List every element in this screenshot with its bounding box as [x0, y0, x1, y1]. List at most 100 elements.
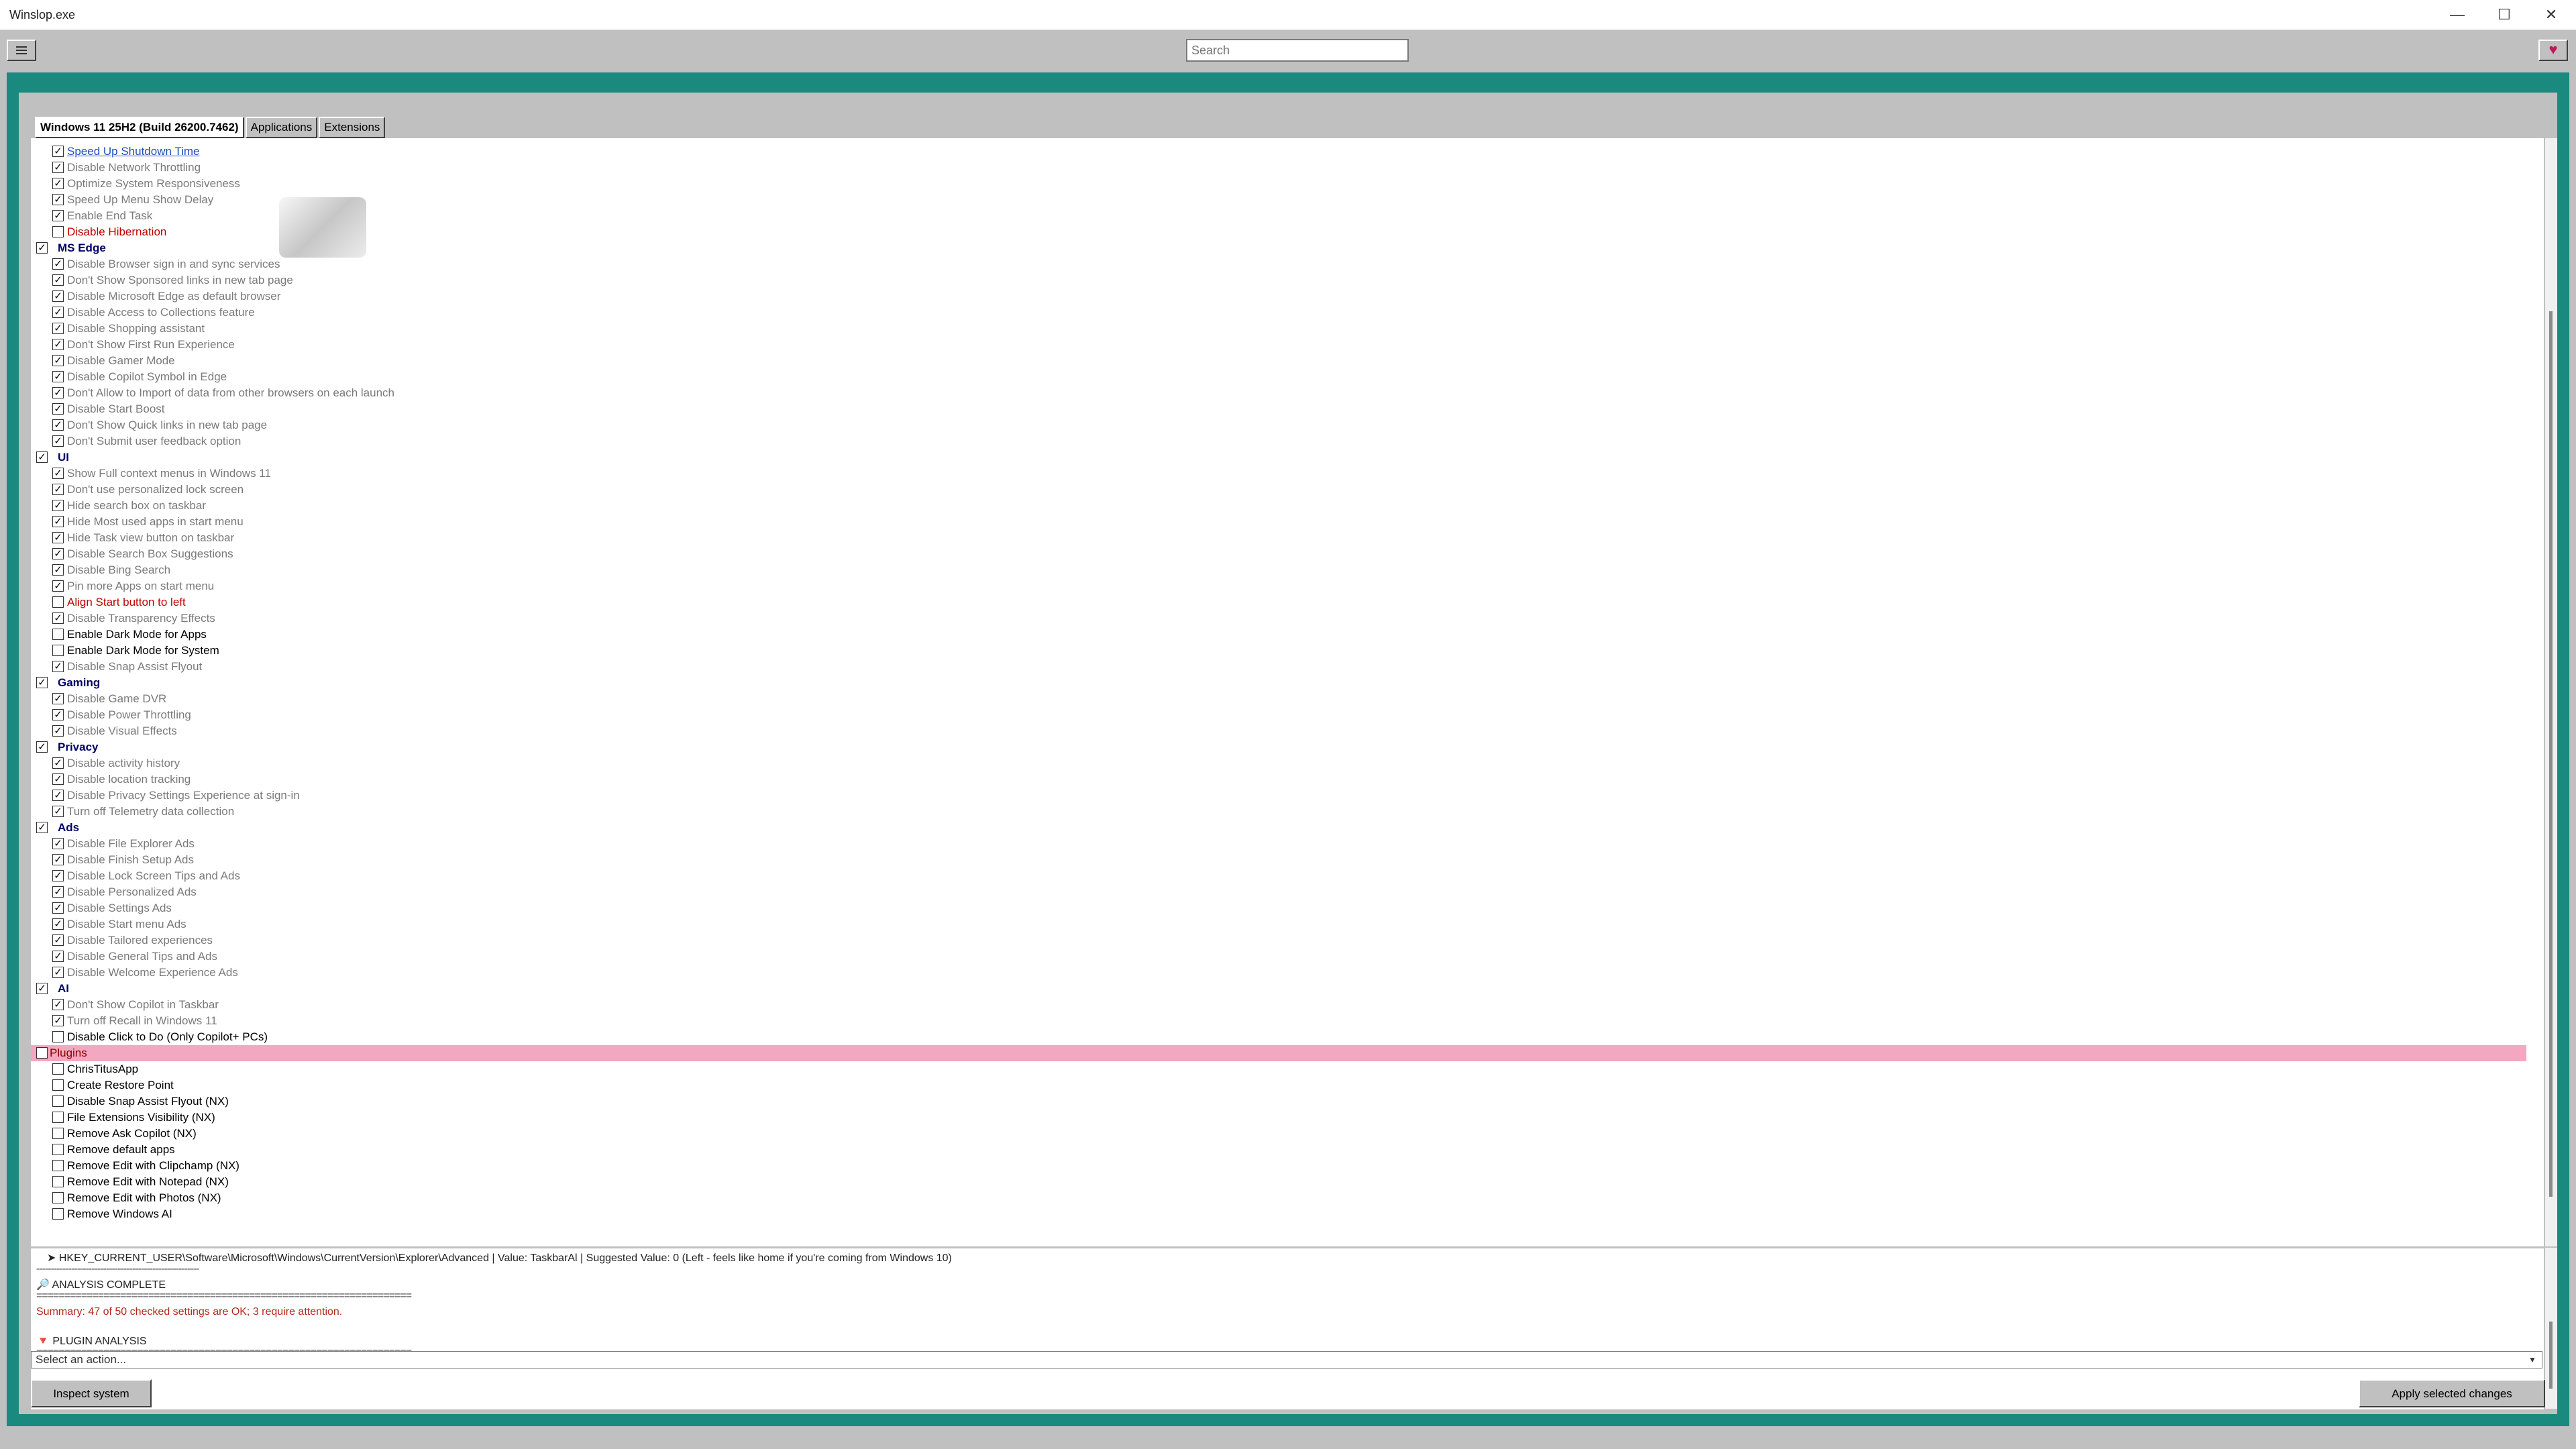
checkbox[interactable]	[52, 1160, 64, 1171]
setting-row[interactable]: File Extensions Visibility (NX)	[31, 1110, 2526, 1126]
setting-row[interactable]: ✓ Turn off Recall in Windows 11	[31, 1013, 2526, 1029]
setting-row[interactable]: ✓ Enable End Task	[31, 208, 2526, 224]
setting-row[interactable]: ✓ Don't Submit user feedback option	[31, 433, 2526, 449]
setting-row[interactable]: ✓ Don't Show Quick links in new tab page	[31, 417, 2526, 433]
checkbox[interactable]: ✓	[52, 419, 64, 431]
checkbox[interactable]: ✓	[52, 355, 64, 366]
inspect-system-button[interactable]: Inspect system	[31, 1379, 152, 1407]
setting-row[interactable]: ✓ Disable activity history	[31, 755, 2526, 771]
category-row[interactable]: ✓ UI	[31, 449, 2526, 466]
checkbox[interactable]: ✓	[52, 307, 64, 318]
checkbox[interactable]: ✓	[52, 693, 64, 704]
checkbox[interactable]: ✓	[36, 242, 48, 254]
setting-row[interactable]: ✓ Disable Visual Effects	[31, 723, 2526, 739]
setting-row[interactable]: ✓ Disable File Explorer Ads	[31, 836, 2526, 852]
checkbox[interactable]: ✓	[36, 822, 48, 833]
checkbox[interactable]	[52, 596, 64, 608]
checkbox[interactable]	[52, 1031, 64, 1042]
setting-row[interactable]: Disable Hibernation	[31, 224, 2526, 240]
checkbox[interactable]: ✓	[52, 773, 64, 785]
setting-row[interactable]: ✓ Disable Copilot Symbol in Edge	[31, 369, 2526, 385]
setting-row[interactable]: Disable Snap Assist Flyout (NX)	[31, 1093, 2526, 1110]
checkbox[interactable]: ✓	[52, 870, 64, 881]
setting-row[interactable]: ✓ Pin more Apps on start menu	[31, 578, 2526, 594]
checkbox[interactable]: ✓	[52, 194, 64, 205]
setting-row[interactable]: Align Start button to left	[31, 594, 2526, 610]
checkbox[interactable]: ✓	[52, 612, 64, 624]
setting-row[interactable]: ✓ Don't Show Sponsored links in new tab p…	[31, 272, 2526, 288]
checkbox[interactable]: ✓	[36, 741, 48, 753]
checkbox[interactable]: ✓	[52, 967, 64, 978]
checkbox[interactable]: ✓	[52, 178, 64, 189]
checkbox[interactable]: ✓	[52, 210, 64, 221]
action-select[interactable]: Select an action... ▼	[31, 1351, 2542, 1368]
log-scrollbar-thumb[interactable]	[2549, 1322, 2553, 1389]
checkbox[interactable]: ✓	[52, 790, 64, 801]
checkbox[interactable]: ✓	[52, 403, 64, 415]
checkbox[interactable]: ✓	[52, 274, 64, 286]
tab-windows[interactable]: Windows 11 25H2 (Build 26200.7462)	[35, 117, 244, 138]
checkbox[interactable]	[52, 1079, 64, 1091]
tab-applications[interactable]: Applications	[245, 117, 318, 138]
close-button[interactable]: ✕	[2529, 0, 2573, 30]
checkbox[interactable]: ✓	[52, 435, 64, 447]
category-row[interactable]: ✓ Ads	[31, 820, 2526, 836]
log-scrollbar[interactable]	[2545, 1248, 2557, 1409]
checkbox[interactable]	[52, 645, 64, 656]
checkbox[interactable]: ✓	[52, 999, 64, 1010]
checkbox[interactable]: ✓	[52, 725, 64, 737]
checkbox[interactable]: ✓	[52, 838, 64, 849]
setting-row[interactable]: ✓ Disable Access to Collections feature	[31, 305, 2526, 321]
checkbox[interactable]: ✓	[52, 371, 64, 382]
hamburger-menu-button[interactable]	[7, 40, 36, 61]
checkbox[interactable]: ✓	[52, 516, 64, 527]
setting-row[interactable]: Create Restore Point	[31, 1077, 2526, 1093]
setting-row[interactable]: Remove Edit with Photos (NX)	[31, 1190, 2526, 1206]
chevron-down-icon[interactable]: ▼	[2526, 1353, 2539, 1366]
tree-scrollbar-thumb[interactable]	[2549, 311, 2553, 1197]
checkbox[interactable]	[52, 1128, 64, 1139]
minimize-button[interactable]: —	[2435, 0, 2479, 30]
checkbox[interactable]: ✓	[52, 258, 64, 270]
setting-row[interactable]: Remove Ask Copilot (NX)	[31, 1126, 2526, 1142]
checkbox[interactable]: ✓	[52, 806, 64, 817]
setting-row[interactable]: ✓ Hide Most used apps in start menu	[31, 514, 2526, 530]
setting-row[interactable]: ✓ Don't Show Copilot in Taskbar	[31, 997, 2526, 1013]
checkbox[interactable]	[52, 1095, 64, 1107]
checkbox[interactable]	[52, 1176, 64, 1187]
checkbox[interactable]: ✓	[52, 290, 64, 302]
checkbox[interactable]: ✓	[52, 468, 64, 479]
heart-button[interactable]: ♥	[2538, 40, 2568, 61]
setting-row[interactable]: ✓ Disable Transparency Effects	[31, 610, 2526, 627]
checkbox[interactable]: ✓	[52, 580, 64, 592]
checkbox[interactable]: ✓	[36, 451, 48, 463]
setting-row[interactable]: ✓ Disable Browser sign in and sync servic…	[31, 256, 2526, 272]
checkbox[interactable]: ✓	[52, 757, 64, 769]
checkbox[interactable]: ✓	[52, 500, 64, 511]
checkbox[interactable]	[52, 1144, 64, 1155]
setting-row[interactable]: ✓ Don't use personalized lock screen	[31, 482, 2526, 498]
setting-row[interactable]: ✓ Disable Settings Ads	[31, 900, 2526, 916]
checkbox[interactable]: ✓	[52, 532, 64, 543]
setting-row[interactable]: ✓ Don't Allow to Import of data from othe…	[31, 385, 2526, 401]
search-input[interactable]	[1186, 39, 1409, 62]
setting-row[interactable]: ✓ Show Full context menus in Windows 11	[31, 466, 2526, 482]
setting-row[interactable]: ✓ Optimize System Responsiveness	[31, 176, 2526, 192]
setting-row[interactable]: ✓ Disable Search Box Suggestions	[31, 546, 2526, 562]
setting-row[interactable]: Enable Dark Mode for Apps	[31, 627, 2526, 643]
setting-row[interactable]: ✓ Disable Start menu Ads	[31, 916, 2526, 932]
checkbox[interactable]: ✓	[52, 548, 64, 559]
setting-row[interactable]: Disable Click to Do (Only Copilot+ PCs)	[31, 1029, 2526, 1045]
checkbox[interactable]: ✓	[52, 387, 64, 398]
checkbox[interactable]: ✓	[52, 339, 64, 350]
setting-row[interactable]: ✓ Disable Gamer Mode	[31, 353, 2526, 369]
checkbox[interactable]: ✓	[52, 146, 64, 157]
tree-scrollbar[interactable]	[2545, 138, 2557, 1246]
checkbox[interactable]: ✓	[36, 677, 48, 688]
tab-extensions[interactable]: Extensions	[319, 117, 386, 138]
category-row[interactable]: ✓ AI	[31, 981, 2526, 997]
setting-row[interactable]: ✓ Hide Task view button on taskbar	[31, 530, 2526, 546]
checkbox[interactable]	[52, 1112, 64, 1123]
category-row[interactable]: ✓ MS Edge	[31, 240, 2526, 256]
maximize-button[interactable]: ☐	[2482, 0, 2526, 30]
